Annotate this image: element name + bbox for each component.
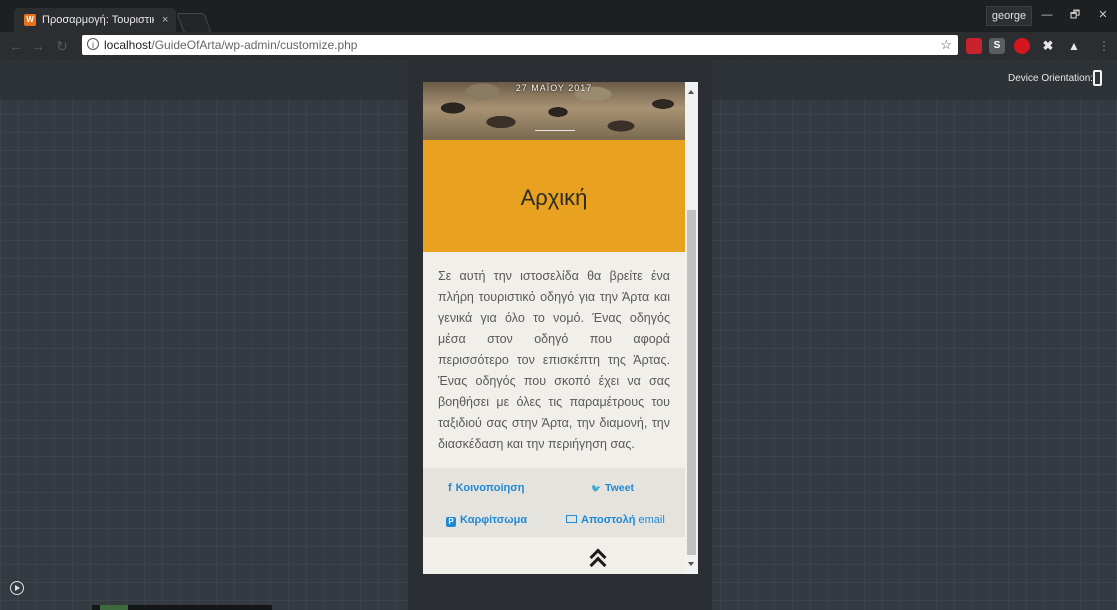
s-extension-icon[interactable]: S xyxy=(989,38,1005,54)
facebook-share-label: Κοινοποίηση xyxy=(455,482,525,494)
email-share-button[interactable]: Αποστολή email xyxy=(566,510,665,530)
site-info-icon[interactable]: i xyxy=(87,38,99,50)
envelope-icon xyxy=(566,515,577,523)
browser-toolbar: ← → ↻ i localhost/GuideOfArta/wp-admin/c… xyxy=(0,32,1117,60)
pin-extension-icon[interactable]: ✖ xyxy=(1040,38,1056,54)
scrollbar-thumb[interactable] xyxy=(687,210,696,555)
play-icon[interactable] xyxy=(10,581,24,595)
preview-scrollbar[interactable] xyxy=(685,82,698,574)
wordpress-favicon-icon: W xyxy=(24,14,36,26)
hero-date: 27 ΜΑΪΟΥ 2017 xyxy=(515,83,593,93)
browser-titlebar: W Προσαρμογή: Τουριστικ × george — 🗗 ✕ xyxy=(0,0,1117,33)
browser-tab[interactable]: W Προσαρμογή: Τουριστικ × xyxy=(14,8,176,32)
back-icon[interactable]: ← xyxy=(6,36,26,56)
title-band: Αρχική xyxy=(423,140,685,252)
address-bar[interactable]: i localhost/GuideOfArta/wp-admin/customi… xyxy=(82,35,958,55)
opera-vpn-icon[interactable] xyxy=(1014,38,1030,54)
phone-portrait-icon[interactable] xyxy=(1093,70,1102,86)
tab-close-icon[interactable]: × xyxy=(162,8,168,32)
close-window-button[interactable]: ✕ xyxy=(1090,6,1116,24)
tab-title: Προσαρμογή: Τουριστικ xyxy=(42,14,154,26)
new-tab-button[interactable] xyxy=(176,13,212,33)
page-title: Αρχική xyxy=(520,185,588,210)
reload-icon[interactable]: ↻ xyxy=(52,36,72,56)
minimize-button[interactable]: — xyxy=(1034,6,1060,24)
drive-icon[interactable]: ▲ xyxy=(1066,38,1082,54)
pinterest-icon: P xyxy=(446,517,456,527)
url-host: localhost xyxy=(104,38,152,52)
restore-button[interactable]: 🗗 xyxy=(1062,6,1088,24)
device-orientation-label: Device Orientation: xyxy=(1008,73,1094,84)
email-share-suffix: email xyxy=(638,514,665,526)
hero-image: 27 ΜΑΪΟΥ 2017 xyxy=(423,82,685,140)
profile-button[interactable]: george xyxy=(986,6,1032,26)
url-text: localhost/GuideOfArta/wp-admin/customize… xyxy=(104,35,357,55)
hero-underline xyxy=(535,130,575,131)
scroll-up-arrow-icon[interactable] xyxy=(688,90,694,94)
taskbar-thumbnail xyxy=(92,605,272,610)
browser-menu-icon[interactable]: ⋮ xyxy=(1098,38,1110,54)
lastpass-icon[interactable] xyxy=(966,38,982,54)
pinterest-share-button[interactable]: P Καρφίτσωμα xyxy=(446,510,527,530)
url-path: /GuideOfArta/wp-admin/customize.php xyxy=(151,38,358,52)
bookmark-star-icon[interactable]: ☆ xyxy=(940,35,952,55)
forward-icon[interactable]: → xyxy=(28,36,48,56)
mobile-preview: 27 ΜΑΪΟΥ 2017 Αρχική Σε αυτή την ιστοσελ… xyxy=(423,82,698,574)
email-share-label: Αποστολή xyxy=(581,514,636,526)
share-buttons: f Κοινοποίηση 🐦 Tweet P Καρφίτσωμα Αποστολή… xyxy=(423,468,685,537)
intro-paragraph: Σε αυτή την ιστοσελίδα θα βρείτε ένα πλή… xyxy=(438,269,670,451)
scroll-down-arrow-icon[interactable] xyxy=(688,562,694,566)
twitter-share-label: Tweet xyxy=(604,482,634,494)
facebook-icon: f xyxy=(448,482,452,494)
back-to-top-button[interactable] xyxy=(423,537,685,574)
customizer-canvas: Device Orientation: 27 ΜΑΪΟΥ 2017 Αρχική… xyxy=(0,60,1117,610)
facebook-share-button[interactable]: f Κοινοποίηση xyxy=(448,478,525,498)
pinterest-share-label: Καρφίτσωμα xyxy=(460,514,528,526)
twitter-icon: 🐦 xyxy=(591,484,601,493)
twitter-share-button[interactable]: 🐦 Tweet xyxy=(591,478,634,498)
